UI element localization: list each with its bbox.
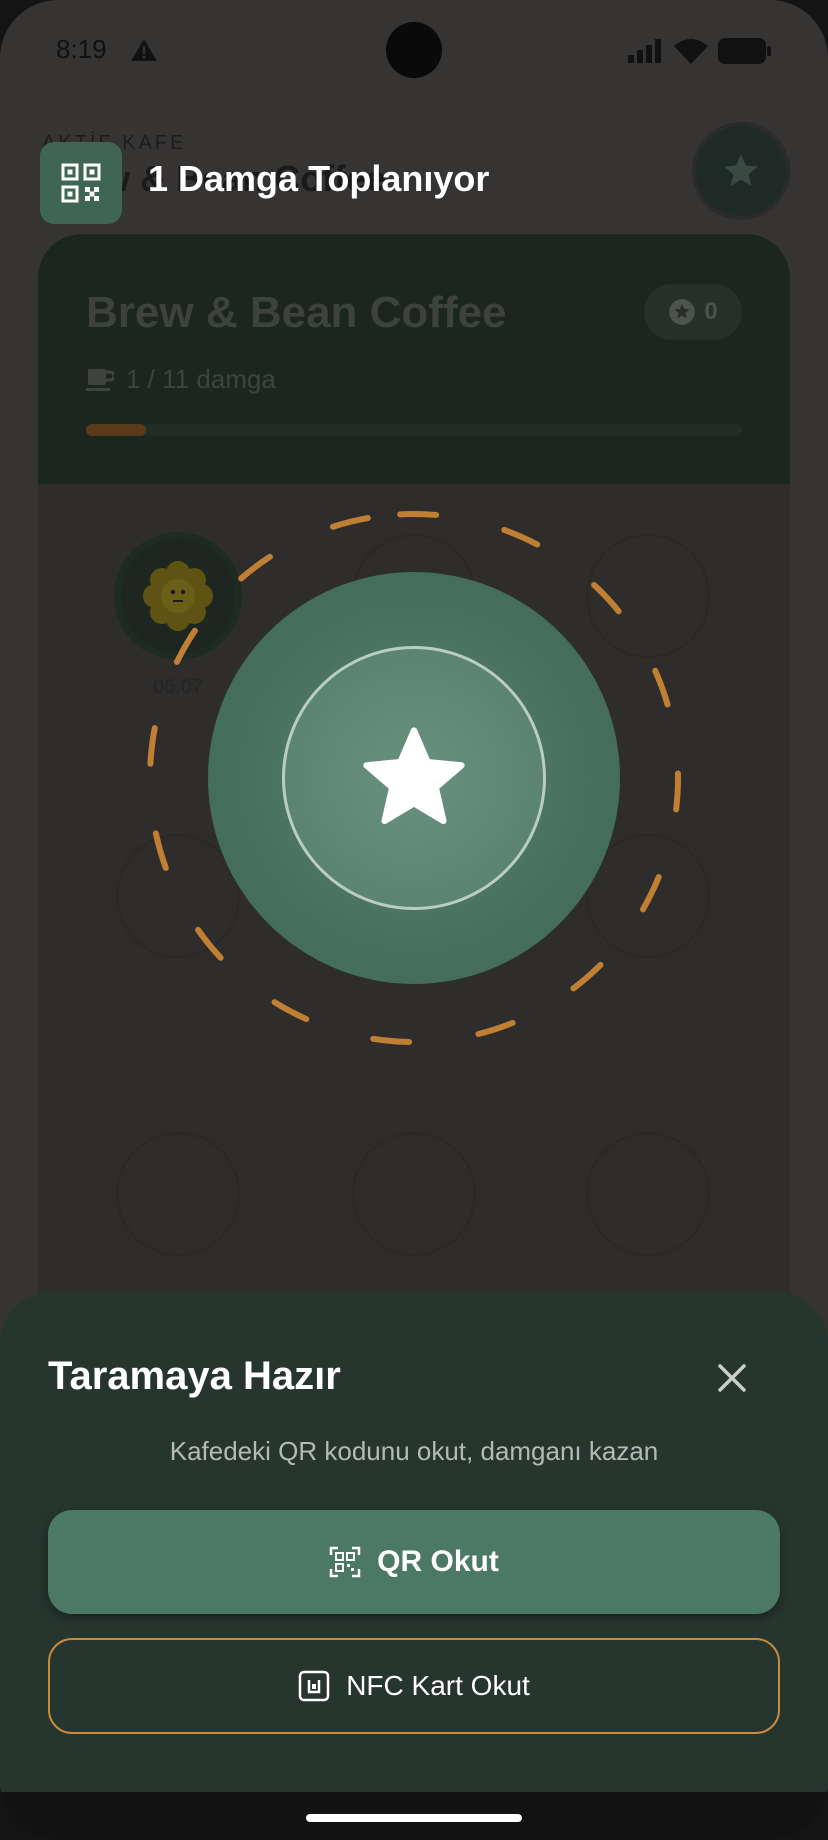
sheet-subtitle: Kafedeki QR kodunu okut, damganı kazan [169, 1436, 659, 1466]
stamp-progress-bar [86, 424, 742, 436]
stamp-count: 1 / 11 damga [86, 364, 276, 395]
nfc-scan-label: NFC Kart Okut [346, 1670, 530, 1701]
stamp-slot [586, 1132, 710, 1256]
nfc-scan-button[interactable]: NFC Kart Okut [48, 1638, 780, 1734]
stamp-slot [352, 1132, 476, 1256]
status-icons [628, 38, 772, 64]
close-icon[interactable] [712, 1358, 752, 1398]
star-badge-icon [669, 299, 696, 325]
wifi-icon [674, 39, 708, 64]
coffee-cup-icon [86, 368, 114, 391]
collecting-toast: 1 Damga Toplanıyor [148, 158, 490, 199]
stamp-card-header: Brew & Bean Coffee 0 1 / 11 damga [38, 234, 790, 484]
nfc-icon [298, 1670, 330, 1702]
qr-code-icon[interactable] [40, 142, 122, 224]
signal-icon [628, 39, 661, 63]
scan-bottom-sheet: Taramaya Hazır Kafedeki QR kodunu okut, … [0, 1292, 828, 1792]
rewards-button[interactable] [692, 122, 790, 220]
warning-icon [131, 39, 157, 61]
battery-icon [718, 38, 771, 64]
scan-center [282, 646, 546, 910]
stamp-count-text: 1 / 11 damga [126, 364, 276, 394]
star-icon [724, 154, 758, 186]
points-value: 0 [704, 298, 718, 325]
star-icon [363, 727, 465, 825]
points-badge: 0 [644, 284, 742, 340]
camera-cutout [386, 22, 442, 78]
stamp-progress-fill [86, 424, 146, 436]
qr-scan-label: QR Okut [377, 1545, 499, 1578]
status-time: 8:19 [56, 34, 107, 64]
home-indicator[interactable] [306, 1814, 522, 1822]
app-screen: 8:19 AKTİF KAFE Brew & Bean Coffee [0, 0, 828, 1840]
cafe-title: Brew & Bean Coffee [86, 288, 507, 337]
stamp-slot [116, 1132, 240, 1256]
qr-code-glyph [61, 163, 101, 203]
sheet-title: Taramaya Hazır [48, 1354, 341, 1398]
status-bar: 8:19 [0, 0, 828, 100]
qr-scan-button[interactable]: QR Okut [48, 1510, 780, 1614]
qr-scan-icon [329, 1546, 361, 1578]
